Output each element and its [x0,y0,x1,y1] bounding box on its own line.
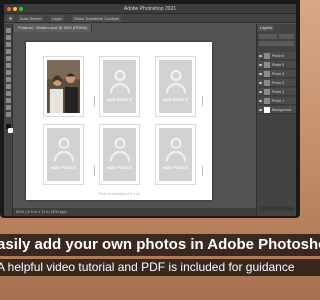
layer-name: Photo 2 [272,90,285,94]
placeholder-area: ADD PHOTO [47,128,80,181]
app-title: Adobe Photoshop 2021 [123,6,177,12]
person-icon [114,138,125,149]
status-bar: 50% | 8.5 in x 11 in (300 ppi) [13,208,256,216]
layer-thumbnail [264,89,270,95]
lasso-tool-icon[interactable] [6,42,11,47]
layer-row[interactable]: Photo 2 [258,88,296,96]
zoom-tool-icon[interactable] [6,112,11,117]
gradient-tool-icon[interactable] [6,84,11,89]
add-photo-label: ADD PHOTO [162,165,189,170]
placeholder-area: ADD PHOTO [103,60,136,113]
title-bar: Adobe Photoshop 2021 [4,4,296,14]
layer-name: Photo 6 [272,54,285,58]
subline-banner: A helpful video tutorial and PDF is incl… [0,259,320,276]
headline-banner: Easily add your own photos in Adobe Phot… [0,234,320,256]
auto-select-checkbox[interactable]: Auto-Select: [18,15,44,22]
layer-row[interactable]: Photo 3 [258,79,296,87]
add-photo-label: ADD PHOTO [106,165,133,170]
layer-thumbnail [264,62,270,68]
photo-image [47,60,80,113]
photo-placeholder-frame[interactable]: ADD PHOTO [99,124,140,185]
person-icon [53,151,74,161]
visibility-eye-icon[interactable] [259,64,262,66]
show-transform-controls-checkbox[interactable]: Show Transform Controls [72,15,122,22]
move-tool-icon[interactable] [6,28,11,33]
layer-thumbnail [264,107,270,113]
type-tool-icon[interactable] [6,91,11,96]
layer-name: Background [272,108,291,112]
opacity-field[interactable] [259,41,294,46]
visibility-eye-icon[interactable] [259,82,262,84]
person-icon [165,83,186,93]
add-photo-label: ADD PHOTO [162,97,189,102]
layer-row[interactable]: Background [258,106,296,114]
brush-tool-icon[interactable] [6,63,11,68]
person-icon [170,70,181,81]
person-icon [114,70,125,81]
document-caption: Print on cardstock 8.5 x 11 [98,192,140,196]
layer-thumbnail [264,53,270,59]
layer-row[interactable]: Photo 5 [258,61,296,69]
photo-placeholder-frame[interactable]: ADD PHOTO [43,124,84,185]
visibility-eye-icon[interactable] [259,55,262,57]
subline-text: A helpful video tutorial and PDF is incl… [0,260,295,274]
layer-thumbnail [264,80,270,86]
photoshop-window: Adobe Photoshop 2021 ✥ Auto-Select: Laye… [4,4,296,216]
frame-side-mark [202,96,203,106]
layer-name: Photo 4 [272,72,285,76]
layer-name: Photo 3 [272,81,285,85]
headline-text: Easily add your own photos in Adobe Phot… [0,236,320,253]
placeholder-area: ADD PHOTO [103,128,136,181]
visibility-eye-icon[interactable] [259,73,262,75]
blend-mode-select[interactable] [279,34,294,39]
document-tab[interactable]: Polaroid - Modern.psd @ 50% (RGB/8) [14,24,93,32]
layer-actions-bar[interactable] [259,206,294,211]
add-photo-label: ADD PHOTO [106,97,133,102]
visibility-eye-icon[interactable] [259,100,262,102]
eraser-tool-icon[interactable] [6,77,11,82]
frame-side-mark [94,166,95,176]
person-icon [109,151,130,161]
layer-row[interactable]: Photo 4 [258,70,296,78]
person-icon [109,83,130,93]
person-icon [58,138,69,149]
photo-placeholder-frame[interactable]: ADD PHOTO [99,56,140,117]
eyedropper-tool-icon[interactable] [6,56,11,61]
photo-placeholder-frame[interactable]: ADD PHOTO [155,56,196,117]
tools-panel [4,24,13,216]
layer-row[interactable]: Photo 6 [258,52,296,60]
stamp-tool-icon[interactable] [6,70,11,75]
visibility-eye-icon[interactable] [259,91,262,93]
document-canvas[interactable]: ADD PHOTO ADD PHOTO ADD PHOTO ADD PHOTO … [26,42,212,200]
tab-layers[interactable]: Layers [258,25,275,31]
person-icon [170,138,181,149]
placeholder-area: ADD PHOTO [159,128,192,181]
layers-panel: Layers Photo 6 Photo 5 Photo 4 Photo 3 Photo… [256,24,296,216]
frame-side-mark [94,96,95,106]
couple-photo [47,60,80,113]
options-bar: ✥ Auto-Select: Layer Show Transform Cont… [4,14,296,23]
photo-frame[interactable] [43,56,84,117]
add-photo-label: ADD PHOTO [50,165,77,170]
pen-tool-icon[interactable] [6,98,11,103]
layer-thumbnail [264,98,270,104]
frame-side-mark [202,166,203,176]
photo-placeholder-frame[interactable]: ADD PHOTO [155,124,196,185]
move-tool-icon[interactable]: ✥ [7,15,15,22]
laptop-screen: Adobe Photoshop 2021 ✥ Auto-Select: Laye… [0,0,300,218]
auto-select-target-select[interactable]: Layer [50,15,65,22]
layer-filter-select[interactable] [259,34,277,39]
marquee-tool-icon[interactable] [6,35,11,40]
person-icon [165,151,186,161]
layer-row[interactable]: Photo 1 [258,97,296,105]
canvas-area[interactable]: ADD PHOTO ADD PHOTO ADD PHOTO ADD PHOTO … [13,32,256,208]
layer-name: Photo 5 [272,63,285,67]
layer-name: Photo 1 [272,99,285,103]
visibility-eye-icon[interactable] [259,109,262,111]
placeholder-area: ADD PHOTO [159,60,192,113]
layer-thumbnail [264,71,270,77]
hand-tool-icon[interactable] [6,105,11,110]
crop-tool-icon[interactable] [6,49,11,54]
